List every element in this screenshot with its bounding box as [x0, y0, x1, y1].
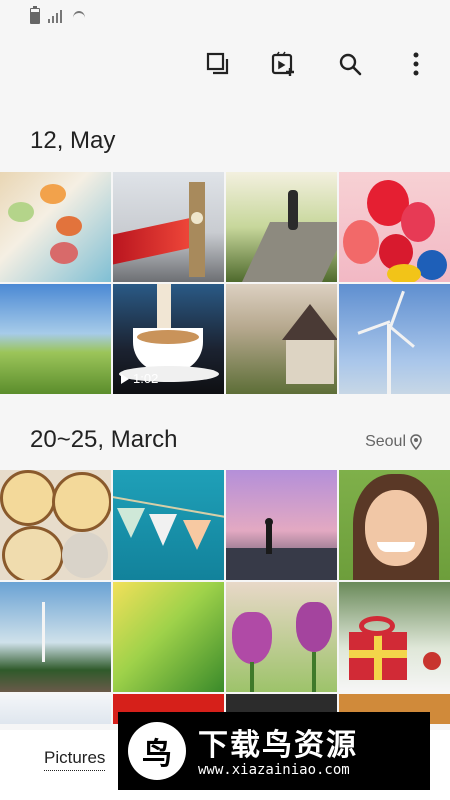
photo-thumbnail-gift[interactable] — [339, 582, 450, 692]
watermark-title: 下载鸟资源 — [198, 728, 358, 763]
photo-thumbnail-macarons[interactable] — [0, 172, 111, 282]
more-options-icon[interactable] — [402, 50, 430, 78]
photo-thumbnail-wheat-field[interactable] — [0, 284, 111, 394]
photo-thumbnail-portrait[interactable] — [339, 470, 450, 580]
watermark-url: www.xiazainiao.com — [198, 762, 350, 778]
photo-thumbnail-hill-turbine[interactable] — [0, 582, 111, 692]
video-duration: 1:02 — [121, 371, 158, 386]
photo-thumbnail-coffee-video[interactable]: 1:02 — [113, 284, 224, 394]
signal-icon — [48, 9, 64, 23]
photo-thumbnail-wind-turbine[interactable] — [339, 284, 450, 394]
wifi-icon — [72, 9, 88, 23]
battery-icon — [30, 6, 40, 24]
create-story-icon[interactable] — [270, 50, 298, 78]
photo-grid-may: 1:02 — [0, 172, 450, 394]
gallery-toolbar — [204, 50, 430, 78]
section-date-header: 12, May — [30, 127, 116, 154]
photo-thumbnail-big-ben[interactable] — [113, 172, 224, 282]
photo-thumbnail-yoga[interactable] — [226, 470, 337, 580]
watermark-banner: 鸟 下载鸟资源 www.xiazainiao.com — [118, 712, 430, 790]
select-icon[interactable] — [204, 50, 232, 78]
photo-thumbnail-cookies[interactable] — [0, 470, 111, 580]
status-bar — [0, 0, 450, 32]
photo-thumbnail-bunting[interactable] — [113, 470, 224, 580]
video-duration-label: 1:02 — [133, 371, 159, 386]
location-label: Seoul — [365, 433, 406, 450]
photo-thumbnail-balloons[interactable] — [339, 172, 450, 282]
play-icon — [121, 373, 129, 384]
photo-thumbnail-runner[interactable] — [226, 172, 337, 282]
photo-thumbnail-partial[interactable] — [0, 694, 111, 724]
search-icon[interactable] — [336, 50, 364, 78]
watermark-logo: 鸟 — [128, 722, 186, 780]
photo-grid-march — [0, 470, 450, 724]
section-location: Seoul — [365, 433, 422, 451]
status-icons — [30, 6, 88, 24]
tab-pictures[interactable]: Pictures — [44, 748, 106, 771]
photo-thumbnail-tulips[interactable] — [226, 582, 337, 692]
photo-thumbnail-green-leaf[interactable] — [113, 582, 224, 692]
location-pin-icon — [410, 434, 422, 450]
section-date-header: 20~25, March — [30, 426, 178, 453]
photo-thumbnail-tower[interactable] — [226, 284, 337, 394]
